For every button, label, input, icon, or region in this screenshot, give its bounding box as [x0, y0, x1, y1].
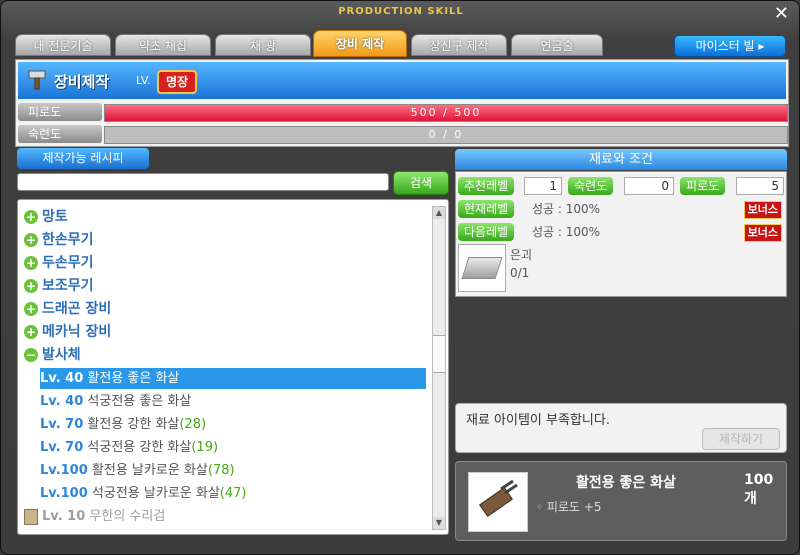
category-label: 메카닉 장비 [42, 324, 112, 340]
fatigue-bar: 500 / 500 [104, 104, 788, 122]
recipe-item[interactable]: Lv.100 활전용 날카로운 화살(78) [40, 460, 426, 481]
next-level-label: 다음레벨 [458, 223, 515, 241]
recipe-item[interactable]: Lv. 10 무한의 수리검 [24, 506, 410, 527]
tab-equipment[interactable]: 장비 제작 [313, 30, 407, 57]
search-input[interactable] [17, 173, 389, 191]
recipe-item[interactable]: Lv. 40 활전용 좋은 화살 [40, 368, 426, 389]
expand-plus-icon: + [24, 325, 38, 339]
fatigue-text: 500 / 500 [410, 106, 482, 119]
skill-level-label: LV. [136, 74, 151, 87]
status-message: 재료 아이템이 부족합니다. [466, 413, 610, 428]
next-bonus-badge: 보너스 [743, 224, 782, 242]
tab-accessory[interactable]: 장신구 제작 [411, 34, 507, 56]
expand-plus-icon: + [24, 302, 38, 316]
category-label: 망토 [42, 209, 68, 225]
fatigue-req-value: 5 [736, 177, 784, 195]
master-bill-button[interactable]: 마이스터 빌 ▸ [674, 35, 786, 57]
skill-panel: 장비제작 LV. 명장 피로도 500 / 500 숙련도 0 / 0 [15, 59, 789, 147]
result-item-name: 활전용 좋은 화살 [576, 475, 676, 491]
category-label: 한손무기 [42, 232, 94, 248]
conditions-panel: 재료와 조건 추천레벨 1 숙련도 0 피로도 5 현재레벨 성공 : 100%… [455, 147, 787, 545]
recipe-item[interactable]: Lv. 70 활전용 강한 화살(28) [40, 414, 426, 435]
craft-button[interactable]: 제작하기 [702, 428, 780, 450]
proficiency-req-value: 0 [624, 177, 674, 195]
recipe-list: + 망토 + 한손무기 + 두손무기 + 보조무기 + 드래곤 장비 + 메카닉 장비 − 발… [17, 199, 449, 535]
proficiency-label: 숙련도 [18, 125, 102, 143]
expand-plus-icon: + [24, 256, 38, 270]
scroll-thumb[interactable] [433, 335, 445, 373]
current-success-text: 성공 : 100% [532, 202, 601, 216]
result-item-slot [468, 472, 528, 532]
collapse-minus-icon: − [24, 348, 38, 362]
arrow-quiver-icon [479, 479, 518, 518]
rank-badge: 명장 [157, 70, 198, 94]
rec-level-label: 추천레벨 [458, 177, 515, 195]
skill-name: 장비제작 [54, 73, 110, 91]
production-skill-window: PRODUCTION SKILL ✕ 내 전문기술 약초 채집 채 광 장비 제… [0, 0, 800, 555]
ingot-icon [461, 257, 503, 279]
tab-craftable-recipes[interactable]: 제작가능 레시피 [17, 148, 149, 169]
result-panel: 활전용 좋은 화살 100개 ◦ 피로도 +5 [455, 461, 787, 541]
category-two-handed[interactable]: + 두손무기 [24, 252, 94, 274]
scroll-up-icon[interactable]: ▲ [433, 207, 445, 219]
category-one-handed[interactable]: + 한손무기 [24, 229, 94, 251]
skill-header: 장비제작 LV. 명장 [18, 62, 786, 99]
hammer-icon [28, 70, 46, 90]
category-label: 두손무기 [42, 255, 94, 271]
category-projectile[interactable]: − 발사체 [24, 344, 81, 366]
category-cape[interactable]: + 망토 [24, 206, 68, 228]
material-qty: 0/1 [510, 266, 530, 280]
conditions-title: 재료와 조건 [455, 149, 787, 170]
message-box: 재료 아이템이 부족합니다. 제작하기 [455, 403, 787, 453]
search-button[interactable]: 검색 [393, 171, 449, 195]
conditions-box: 추천레벨 1 숙련도 0 피로도 5 현재레벨 성공 : 100% 보너스 다음… [455, 171, 787, 297]
rec-level-value: 1 [524, 177, 562, 195]
result-item-count: 100개 [744, 472, 774, 507]
recipe-item[interactable]: Lv. 70 석궁전용 강한 화살(19) [40, 437, 426, 458]
window-title: PRODUCTION SKILL [338, 6, 464, 17]
tab-my-skill[interactable]: 내 전문기술 [15, 34, 111, 56]
next-success-text: 성공 : 100% [532, 225, 601, 239]
proficiency-req-label: 숙련도 [568, 177, 614, 195]
tab-herb[interactable]: 약초 채집 [115, 34, 211, 56]
expand-plus-icon: + [24, 279, 38, 293]
result-stat: ◦ 피로도 +5 [536, 500, 602, 514]
tab-alchemy[interactable]: 연금술 [511, 34, 603, 56]
current-level-label: 현재레벨 [458, 200, 515, 218]
proficiency-bar: 0 / 0 [104, 126, 788, 144]
recipe-item[interactable]: Lv.100 석궁전용 날카로운 화살(47) [40, 483, 426, 504]
fatigue-label: 피로도 [18, 103, 102, 121]
expand-plus-icon: + [24, 210, 38, 224]
scroll-icon [24, 508, 38, 525]
recipe-panel: 제작가능 레시피 검색 + 망토 + 한손무기 + 두손무기 + 보조무기 + 드래곤 장… [15, 147, 449, 545]
category-mechanic[interactable]: + 메카닉 장비 [24, 321, 111, 343]
material-slot[interactable] [458, 244, 506, 292]
category-dragon[interactable]: + 드래곤 장비 [24, 298, 111, 320]
category-secondary[interactable]: + 보조무기 [24, 275, 94, 297]
current-bonus-badge: 보너스 [743, 201, 782, 219]
fatigue-req-label: 피로도 [680, 177, 726, 195]
category-label: 드래곤 장비 [42, 301, 112, 317]
category-label: 보조무기 [42, 278, 94, 294]
material-name: 은괴 [510, 248, 533, 262]
close-icon[interactable]: ✕ [774, 3, 789, 24]
recipe-item[interactable]: Lv. 40 석궁전용 좋은 화살 [40, 391, 426, 412]
recipe-scrollbar[interactable]: ▲ ▼ [432, 206, 446, 530]
scroll-down-icon[interactable]: ▼ [433, 517, 445, 529]
category-label: 발사체 [42, 347, 81, 363]
tab-mining[interactable]: 채 광 [215, 34, 311, 56]
proficiency-text: 0 / 0 [428, 128, 464, 141]
expand-plus-icon: + [24, 233, 38, 247]
